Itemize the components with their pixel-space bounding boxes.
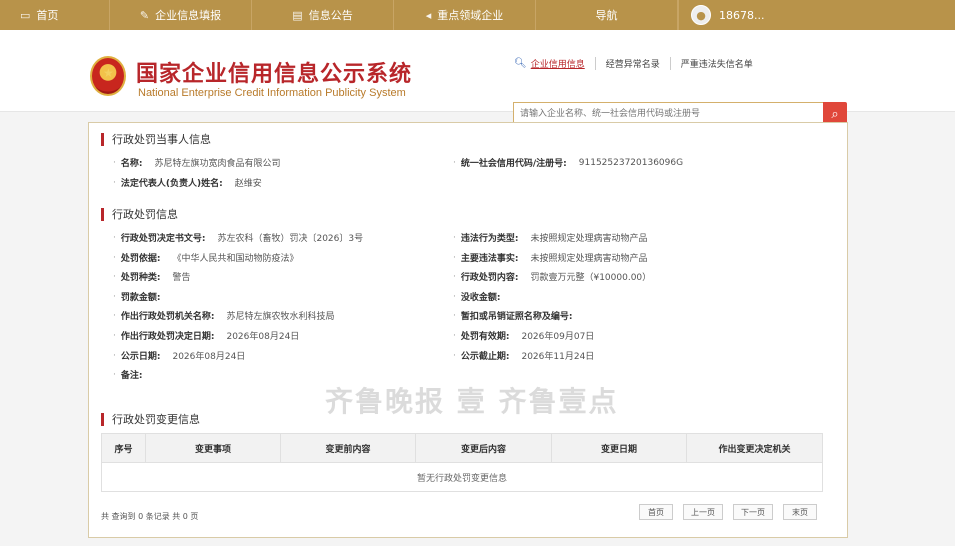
megaphone-icon: ◂ [425,8,432,22]
col-index: 序号 [101,433,146,463]
nav-home-label: 首页 [36,9,59,22]
nav-guide[interactable]: 导航 [536,0,678,30]
top-nav: ▭ 首页 ✎ 企业信息填报 ▤ 信息公告 ◂ 重点领域企业 导航 ● 18678… [0,0,955,30]
edit-icon: ✎ [139,8,150,22]
nav-guide-label: 导航 [595,9,618,22]
changes-table: 序号 变更事项 变更前内容 变更后内容 变更日期 作出变更决定机关 暂无行政处罚… [101,433,823,492]
search-small-icon: 🔍︎ [514,58,527,69]
user-name: 18678... [719,8,765,22]
nav-enterprise-report[interactable]: ✎ 企业信息填报 [110,0,252,30]
penalty-field: · 行政处罚内容: 罚款壹万元整（¥10000.00） [453,271,652,284]
section-marker [101,207,104,221]
national-emblem-icon [90,56,126,96]
penalty-field: · 处罚有效期: 2026年09月07日 [453,330,595,343]
table-row: 暂无行政处罚变更信息 [101,462,823,492]
pager-summary: 共 查询到 0 条记录 共 0 页 [101,512,199,521]
search-icon: ⌕ [831,106,839,122]
party-credit-field: · 统一社会信用代码/注册号: 91152523720136096G [453,157,684,170]
penalty-field: · 作出行政处罚决定日期: 2026年08月24日 [113,330,300,343]
penalty-field: · 处罚种类: 警告 [113,271,191,284]
tab-enterprise-credit[interactable]: 企业信用信息 [531,57,596,70]
search-tabs: 🔍︎ 企业信用信息 经营异常名录 严重违法失信名单 [514,57,763,70]
penalty-field: · 暂扣或吊销证照名称及编号: [453,310,573,323]
section-marker [101,412,104,426]
monitor-icon: ▭ [20,8,31,22]
tab-serious-violation-list[interactable]: 严重违法失信名单 [681,57,763,70]
section-changes: 行政处罚变更信息 [101,411,200,427]
document-icon: ▤ [292,8,303,22]
nav-home[interactable]: ▭ 首页 [0,0,110,30]
penalty-detail-panel: 行政处罚当事人信息 · 名称: 苏尼特左旗功宽肉食品有限公司 · 统一社会信用代… [88,122,848,538]
site-title: 国家企业信用信息公示系统 [136,61,413,87]
penalty-field: · 违法行为类型: 未按照规定处理病害动物产品 [453,232,648,245]
field-label: 名称: [120,159,143,169]
col-authority: 作出变更决定机关 [686,433,823,463]
col-before: 变更前内容 [280,433,416,463]
nav-enterprise-report-label: 企业信息填报 [155,9,222,22]
section-party: 行政处罚当事人信息 [101,131,211,147]
nav-key-sectors[interactable]: ◂ 重点领域企业 [394,0,536,30]
first-page-button[interactable]: 首页 [639,504,673,520]
last-page-button[interactable]: 末页 [783,504,817,520]
pager: 首页 上一页 下一页 末页 [639,504,817,520]
nav-key-sectors-label: 重点领域企业 [437,9,504,22]
party-rep-field: · 法定代表人(负责人)姓名: 赵维安 [113,177,262,190]
penalty-field: · 处罚依据: 《中华人民共和国动物防疫法》 [113,252,299,265]
penalty-field: · 公示截止期: 2026年11月24日 [453,350,595,363]
table-header-row: 序号 变更事项 变更前内容 变更后内容 变更日期 作出变更决定机关 [101,433,823,463]
party-name-field: · 名称: 苏尼特左旗功宽肉食品有限公司 [113,157,281,170]
field-label: 法定代表人(负责人)姓名: [120,179,223,189]
watermark: 齐鲁晚报 壹 齐鲁壹点 [325,385,619,418]
penalty-field: · 备注: [113,369,143,382]
tab-abnormal-list[interactable]: 经营异常名录 [606,57,671,70]
col-date: 变更日期 [551,433,687,463]
empty-message: 暂无行政处罚变更信息 [101,462,823,492]
site-subtitle: National Enterprise Credit Information P… [138,87,406,99]
field-label: 统一社会信用代码/注册号: [460,159,567,169]
section-party-title: 行政处罚当事人信息 [112,133,211,146]
nav-announcements-label: 信息公告 [308,9,353,22]
penalty-field: · 行政处罚决定书文号: 苏左农科（畜牧）罚决〔2026〕3号 [113,232,364,245]
col-item: 变更事项 [145,433,281,463]
section-marker [101,132,104,146]
penalty-field: · 主要违法事实: 未按照规定处理病害动物产品 [453,252,648,265]
penalty-field: · 公示日期: 2026年08月24日 [113,350,246,363]
user-menu[interactable]: ● 18678... [678,0,955,30]
penalty-field: · 没收金额: [453,291,501,304]
col-after: 变更后内容 [415,433,552,463]
section-penalty-title: 行政处罚信息 [112,208,178,221]
field-value: 赵维安 [234,179,262,189]
section-changes-title: 行政处罚变更信息 [112,413,200,426]
site-header: 国家企业信用信息公示系统 National Enterprise Credit … [0,30,955,126]
user-avatar-icon: ● [691,5,711,25]
next-page-button[interactable]: 下一页 [733,504,773,520]
penalty-field: · 作出行政处罚机关名称: 苏尼特左旗农牧水利科技局 [113,310,335,323]
nav-announcements[interactable]: ▤ 信息公告 [252,0,394,30]
field-value: 91152523720136096G [578,157,684,168]
prev-page-button[interactable]: 上一页 [683,504,723,520]
section-penalty: 行政处罚信息 [101,206,178,222]
field-value: 苏尼特左旗功宽肉食品有限公司 [154,159,281,169]
penalty-field: · 罚款金额: [113,291,161,304]
